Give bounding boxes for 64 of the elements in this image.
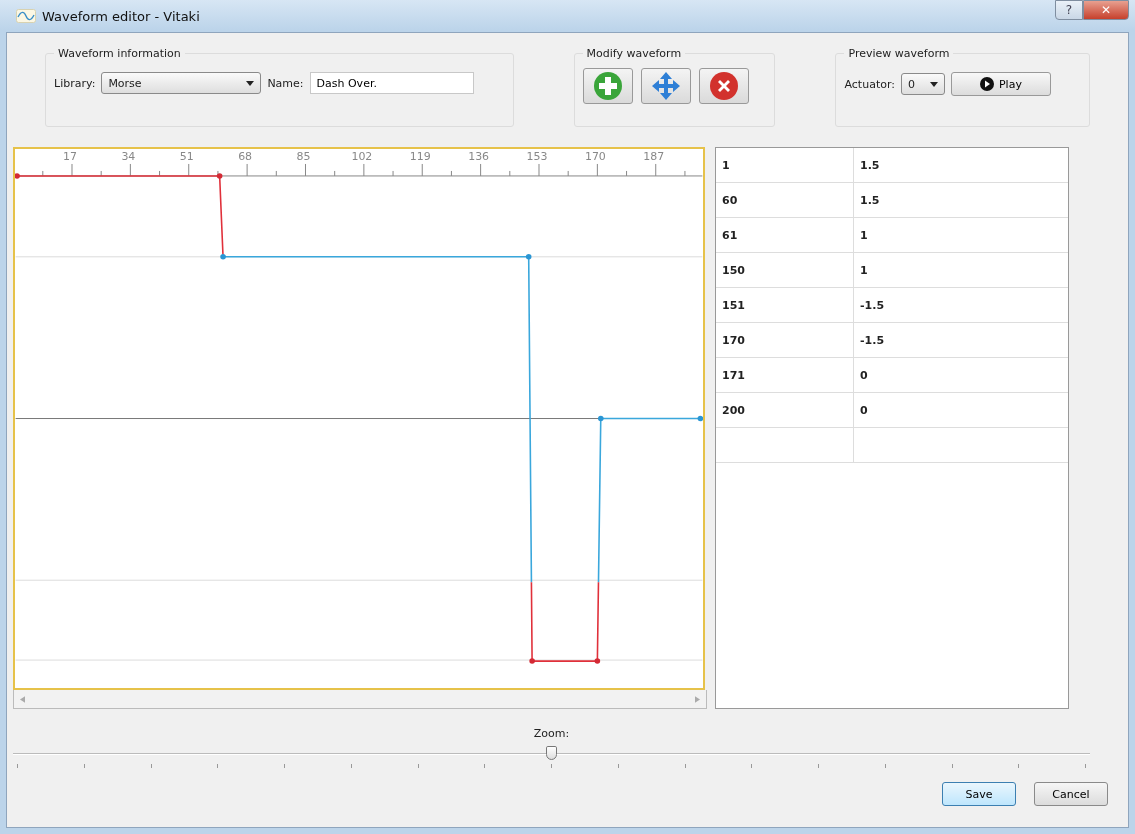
point-marker[interactable] — [14, 173, 20, 179]
caret-icon — [929, 81, 938, 87]
point-marker[interactable] — [594, 658, 601, 664]
point-marker[interactable] — [697, 415, 704, 422]
window-title: Waveform editor - Vitaki — [42, 8, 200, 24]
table-cell[interactable]: -1.5 — [854, 323, 1068, 357]
field-label: Actuator: — [844, 77, 895, 91]
table-cell[interactable]: 1 — [854, 218, 1068, 252]
table-cell[interactable]: 0 — [854, 393, 1068, 427]
right-arrow-icon — [695, 695, 700, 703]
group-title: Modify waveform — [582, 47, 686, 60]
ruler-label: 34 — [121, 150, 136, 163]
field-label: Library: — [54, 76, 96, 90]
slider-thumb[interactable] — [545, 746, 557, 760]
table-cell[interactable]: 1.5 — [854, 183, 1068, 217]
play-icon — [980, 77, 994, 91]
table-cell[interactable]: 170 — [716, 323, 854, 357]
point-marker[interactable] — [525, 254, 532, 260]
ruler-label: 102 — [351, 150, 373, 163]
wave-icon — [16, 9, 36, 23]
table-cell[interactable]: 200 — [716, 393, 854, 427]
caret-icon — [246, 80, 255, 86]
left-arrow-icon — [20, 695, 25, 703]
table-cell[interactable]: 151 — [716, 288, 854, 322]
add-button[interactable] — [582, 68, 633, 104]
move-button[interactable] — [640, 68, 691, 104]
plus-icon — [592, 71, 623, 101]
actuator-dropdown[interactable]: 0 — [900, 73, 945, 95]
point-marker[interactable] — [220, 254, 226, 260]
horizontal-scrollbar[interactable] — [13, 690, 707, 709]
group-title: Preview waveform — [844, 47, 954, 60]
table-cell[interactable]: 60 — [716, 183, 854, 217]
delete-icon — [708, 71, 739, 101]
table-cell[interactable]: 61 — [716, 218, 854, 252]
table-cell[interactable]: 171 — [716, 358, 854, 392]
point-marker[interactable] — [598, 415, 604, 422]
ruler-label: 51 — [179, 150, 194, 163]
ruler-label: 187 — [643, 150, 665, 163]
play-button[interactable]: Play — [950, 72, 1051, 96]
ruler-label: 85 — [296, 150, 311, 163]
table-cell[interactable]: 1 — [716, 148, 854, 182]
group-title: Waveform information — [54, 47, 185, 60]
zoom-label: Zoom: — [533, 727, 570, 740]
help-button[interactable]: ? — [1055, 0, 1083, 20]
library-dropdown[interactable]: Morse — [101, 72, 262, 94]
ruler-label: 136 — [468, 150, 490, 163]
table-cell[interactable]: 150 — [716, 253, 854, 287]
table-cell[interactable]: -1.5 — [854, 288, 1068, 322]
ruler-label: 68 — [238, 150, 253, 163]
ruler-label: 17 — [63, 150, 77, 163]
save-button[interactable]: Save — [942, 782, 1016, 806]
ruler-label: 153 — [526, 150, 548, 163]
point-marker[interactable] — [216, 173, 223, 179]
ruler-label: 119 — [409, 150, 431, 163]
table-cell[interactable]: 0 — [854, 358, 1068, 392]
cancel-button[interactable]: Cancel — [1034, 782, 1108, 806]
table-cell[interactable]: 1.5 — [854, 148, 1068, 182]
point-marker[interactable] — [529, 658, 535, 664]
table-cell[interactable]: 1 — [854, 253, 1068, 287]
move-icon — [650, 71, 681, 101]
name-field[interactable]: Dash Over. — [309, 72, 474, 94]
ruler-label: 170 — [584, 150, 606, 163]
delete-button[interactable] — [698, 68, 749, 104]
field-label: Name: — [267, 76, 304, 90]
